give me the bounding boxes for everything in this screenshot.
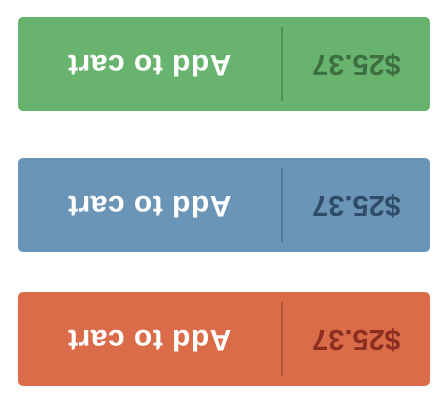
add-to-cart-label: Add to cart — [67, 48, 232, 81]
add-to-cart-label: Add to cart — [67, 323, 232, 356]
price-label: $25.37 — [312, 323, 401, 356]
price-label: $25.37 — [312, 48, 401, 81]
add-to-cart-label: Add to cart — [67, 189, 232, 222]
add-to-cart-button-blue[interactable]: Add to cart $25.37 — [18, 158, 430, 252]
add-to-cart-button-orange[interactable]: Add to cart $25.37 — [18, 292, 430, 386]
add-to-cart-button-green[interactable]: Add to cart $25.37 — [18, 17, 430, 111]
price-label: $25.37 — [312, 189, 401, 222]
